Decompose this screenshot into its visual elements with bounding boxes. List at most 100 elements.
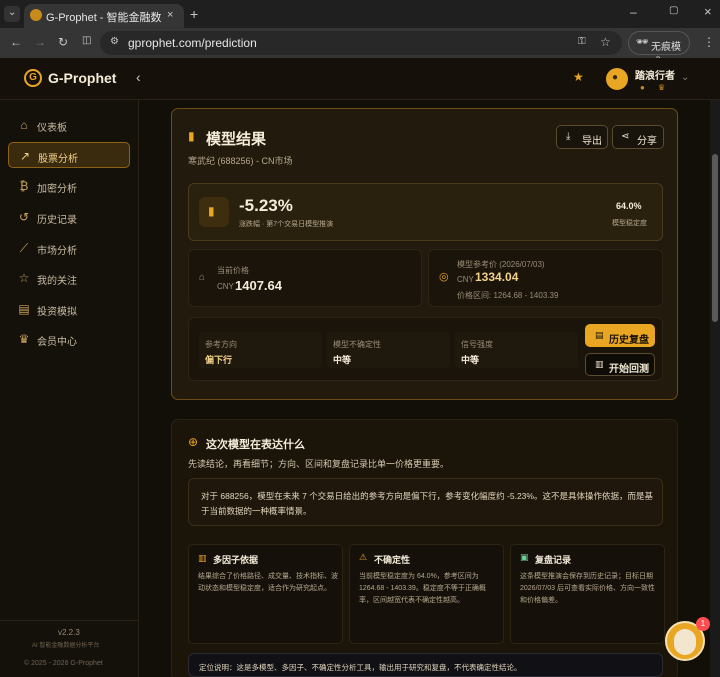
avatar[interactable]: ● — [606, 68, 628, 90]
sidebar-item-crypto-analysis[interactable]: ₿ 加密分析 — [8, 173, 130, 199]
uncertainty-card: ⚠ 不确定性 当前模型稳定度为 64.0%，参考区间为 1264.68 - 14… — [349, 544, 504, 644]
stability-value: 64.0% — [616, 201, 642, 211]
history-review-button[interactable]: ▤ 历史复盘 — [585, 324, 655, 347]
dashboard-icon: ⌂ — [20, 118, 28, 132]
sidebar-divider — [0, 620, 139, 621]
document-icon: ▤ — [595, 330, 604, 340]
sidebar-item-market-analysis[interactable]: ⟋ 市场分析 — [8, 235, 130, 261]
share-button[interactable]: ⋖ 分享 — [612, 125, 664, 149]
share-label: 分享 — [637, 136, 657, 147]
browser-tab[interactable]: G-Prophet - 智能金融数据分析 × — [24, 4, 184, 28]
window-close-icon[interactable]: × — [704, 5, 712, 18]
url-text: gprophet.com/prediction — [128, 36, 257, 50]
file-check-icon: ▣ — [520, 552, 529, 562]
sidebar-item-stock-analysis[interactable]: ↗ 股票分析 — [8, 142, 130, 168]
review-card-title: 复盘记录 — [535, 555, 572, 565]
sidebar-item-simulation[interactable]: ▤ 投资模拟 — [8, 296, 130, 322]
bar-chart-icon: ▮ — [188, 129, 195, 143]
change-description: 涨跌幅 · 第7个交易日模型推演 — [239, 221, 334, 228]
warning-icon: ⚠ — [359, 552, 368, 562]
change-icon-tile: ▮ — [199, 197, 229, 227]
sidebar-item-watchlist[interactable]: ☆ 我的关注 — [8, 265, 130, 291]
close-tab-icon[interactable]: × — [167, 10, 173, 21]
star-outline-icon: ☆ — [18, 271, 30, 285]
factor-card-title: 多因子依据 — [213, 555, 259, 565]
incognito-icon: 🕶 — [636, 37, 649, 48]
back-icon[interactable]: ← — [10, 36, 22, 48]
uncertainty-label: 模型不确定性 — [333, 340, 381, 349]
summary-text: 对于 688256，模型在未来 7 个交易日给出的参考方向是偏下行，参考变化幅度… — [201, 491, 653, 516]
chat-assistant-button[interactable]: 1 — [665, 617, 710, 661]
tab-title: G-Prophet - 智能金融数据分析 — [46, 12, 162, 24]
bar-chart-icon: ▥ — [595, 359, 604, 369]
split-view-icon[interactable]: ◫ — [82, 36, 91, 46]
key-icon[interactable]: ⚿ — [578, 37, 586, 47]
export-label: 导出 — [582, 136, 602, 147]
backtest-button-label: 开始回测 — [609, 364, 649, 375]
reload-icon[interactable]: ↻ — [58, 36, 68, 48]
history-icon: ↺ — [18, 210, 30, 224]
export-button[interactable]: ⤓ 导出 — [556, 125, 608, 149]
model-result-card: ▮ 模型结果 寒武纪 (688256) - CN市场 ⤓ 导出 ⋖ 分享 ▮ -… — [171, 108, 678, 400]
scrollbar-thumb[interactable] — [712, 154, 718, 322]
direction-label: 参考方向 — [205, 340, 237, 349]
download-icon: ⤓ — [566, 131, 571, 142]
briefcase-icon: ▤ — [18, 302, 30, 316]
version: v2.2.3 — [58, 628, 80, 637]
tab-search-button[interactable]: ⌄ — [4, 6, 20, 22]
crown-badge-icon: ♛ — [658, 83, 666, 92]
stability-label: 模型稳定度 — [612, 220, 647, 227]
sidebar-item-label: 历史记录 — [37, 215, 77, 226]
notification-badge: 1 — [696, 617, 710, 631]
result-subtitle: 寒武纪 (688256) - CN市场 — [188, 156, 293, 166]
minimize-icon[interactable]: – — [630, 6, 637, 18]
sidebar-item-membership[interactable]: ♛ 会员中心 — [8, 326, 130, 352]
menu-icon[interactable]: ⋮ — [703, 36, 715, 48]
result-title: 模型结果 — [206, 131, 267, 148]
sidebar-item-dashboard[interactable]: ⌂ 仪表板 — [8, 112, 130, 138]
ref-price-value: 1334.04 — [475, 270, 519, 284]
current-price-value: 1407.64 — [235, 278, 282, 293]
ref-price-label: 模型参考价 (2026/07/03) — [457, 260, 545, 269]
sidebar-item-history[interactable]: ↺ 历史记录 — [8, 204, 130, 230]
incognito-indicator[interactable]: 🕶 无痕模式 — [628, 31, 690, 68]
logo-icon: G — [24, 69, 42, 87]
explain-title: 这次模型在表达什么 — [206, 439, 305, 451]
forward-icon[interactable]: → — [34, 36, 46, 48]
ref-price-currency: CNY — [457, 275, 474, 284]
summary-box: 对于 688256，模型在未来 7 个交易日给出的参考方向是偏下行，参考变化幅度… — [188, 478, 663, 526]
collapse-sidebar-icon[interactable]: ‹ — [136, 69, 141, 85]
user-name: 踏浪行者 — [635, 71, 675, 82]
crown-icon: ♛ — [18, 332, 30, 346]
factor-card: ▥ 多因子依据 结果综合了价格路径、成交量、技术指标、波动状态和模型稳定度，适合… — [188, 544, 343, 644]
bar-chart-icon: ▮ — [208, 204, 215, 218]
bitcoin-icon: ₿ — [19, 179, 29, 193]
app-header: G G-Prophet ‹ ★ ● 踏浪行者 ● ♛ ⌄ — [0, 58, 720, 100]
browser-toolbar: ← → ↻ ◫ ⚙ gprophet.com/prediction ⚿ ☆ 🕶 … — [0, 28, 720, 68]
user-menu-chevron-icon[interactable]: ⌄ — [681, 72, 689, 83]
brand-name: G-Prophet — [48, 70, 117, 86]
sidebar-item-label: 市场分析 — [37, 246, 77, 257]
page-scrollbar[interactable] — [710, 100, 720, 677]
maximize-icon[interactable]: ▢ — [669, 6, 678, 16]
current-price-label: 当前价格 — [217, 266, 249, 275]
browser-titlebar: ⌄ G-Prophet - 智能金融数据分析 × + – ▢ × — [0, 0, 720, 28]
chart-icon: ⟋ — [19, 241, 29, 255]
address-bar[interactable]: ⚙ gprophet.com/prediction ⚿ ☆ — [100, 31, 622, 55]
direction-value: 偏下行 — [205, 355, 233, 365]
new-tab-icon[interactable]: + — [190, 7, 198, 21]
sidebar-item-label: 我的关注 — [37, 276, 77, 287]
uncertainty-card-body: 当前模型稳定度为 64.0%，参考区间为 1264.68 - 1403.39。稳… — [359, 573, 486, 604]
sidebar-item-label: 会员中心 — [37, 337, 77, 348]
site-info-icon[interactable]: ⚙ — [110, 37, 119, 47]
main-content: ▮ 模型结果 寒武纪 (688256) - CN市场 ⤓ 导出 ⋖ 分享 ▮ -… — [139, 100, 710, 677]
bookmark-star-icon[interactable]: ☆ — [600, 36, 611, 48]
start-backtest-button[interactable]: ▥ 开始回测 — [585, 353, 655, 376]
star-icon[interactable]: ★ — [573, 70, 584, 84]
medal-icon: ● — [640, 83, 645, 92]
review-record-card: ▣ 复盘记录 这条模型推演会保存到历史记录；目标日期 2026/07/03 后可… — [510, 544, 665, 644]
review-card-body: 这条模型推演会保存到历史记录；目标日期 2026/07/03 后可查看实际价格、… — [520, 573, 655, 604]
brain-icon: ⊕ — [188, 435, 199, 449]
change-summary-box: ▮ -5.23% 涨跌幅 · 第7个交易日模型推演 64.0% 模型稳定度 — [188, 183, 663, 241]
user-icon: ● — [612, 72, 619, 83]
